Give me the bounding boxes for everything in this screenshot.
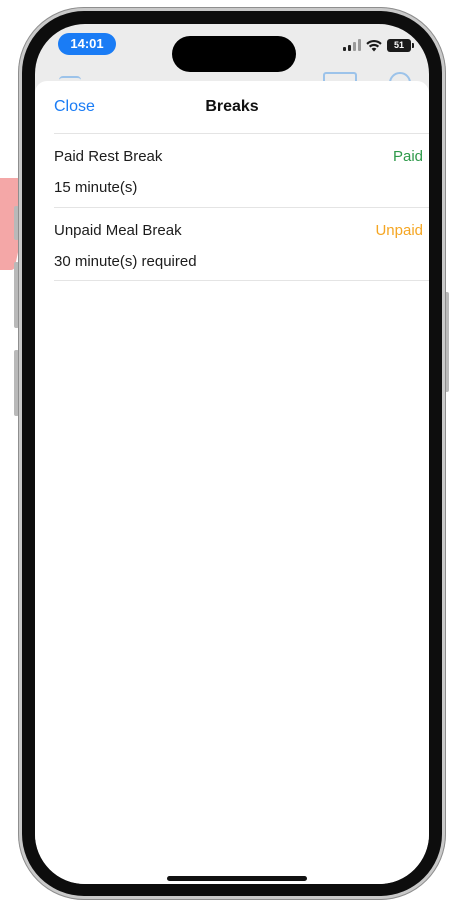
break-duration: 15 minute(s) <box>54 179 138 196</box>
break-duration: 30 minute(s) required <box>54 253 197 270</box>
status-icons: 51 <box>343 37 414 53</box>
break-row-paid-rest[interactable]: Paid Rest Break 15 minute(s) Paid <box>54 134 423 207</box>
breaks-sheet: Close Breaks Paid Rest Break 15 minute(s… <box>35 81 429 884</box>
break-name: Paid Rest Break <box>54 148 163 165</box>
phone-screen: 14:01 51 Close Breaks Paid Rest Break 15… <box>35 24 429 884</box>
cellular-signal-icon <box>343 39 361 51</box>
row-divider <box>54 280 429 281</box>
break-row-unpaid-meal[interactable]: Unpaid Meal Break 30 minute(s) required … <box>54 208 423 281</box>
break-status-badge: Unpaid <box>375 222 423 239</box>
break-name: Unpaid Meal Break <box>54 222 182 239</box>
break-status-badge: Paid <box>392 148 423 165</box>
home-indicator[interactable] <box>167 876 307 881</box>
status-time: 14:01 <box>58 33 116 55</box>
battery-icon: 51 <box>387 38 414 52</box>
dynamic-island <box>172 36 296 72</box>
stage: 14:01 51 Close Breaks Paid Rest Break 15… <box>0 0 462 904</box>
sheet-header: Close Breaks <box>35 81 429 133</box>
sheet-title: Breaks <box>205 98 259 115</box>
wifi-icon <box>366 39 382 51</box>
